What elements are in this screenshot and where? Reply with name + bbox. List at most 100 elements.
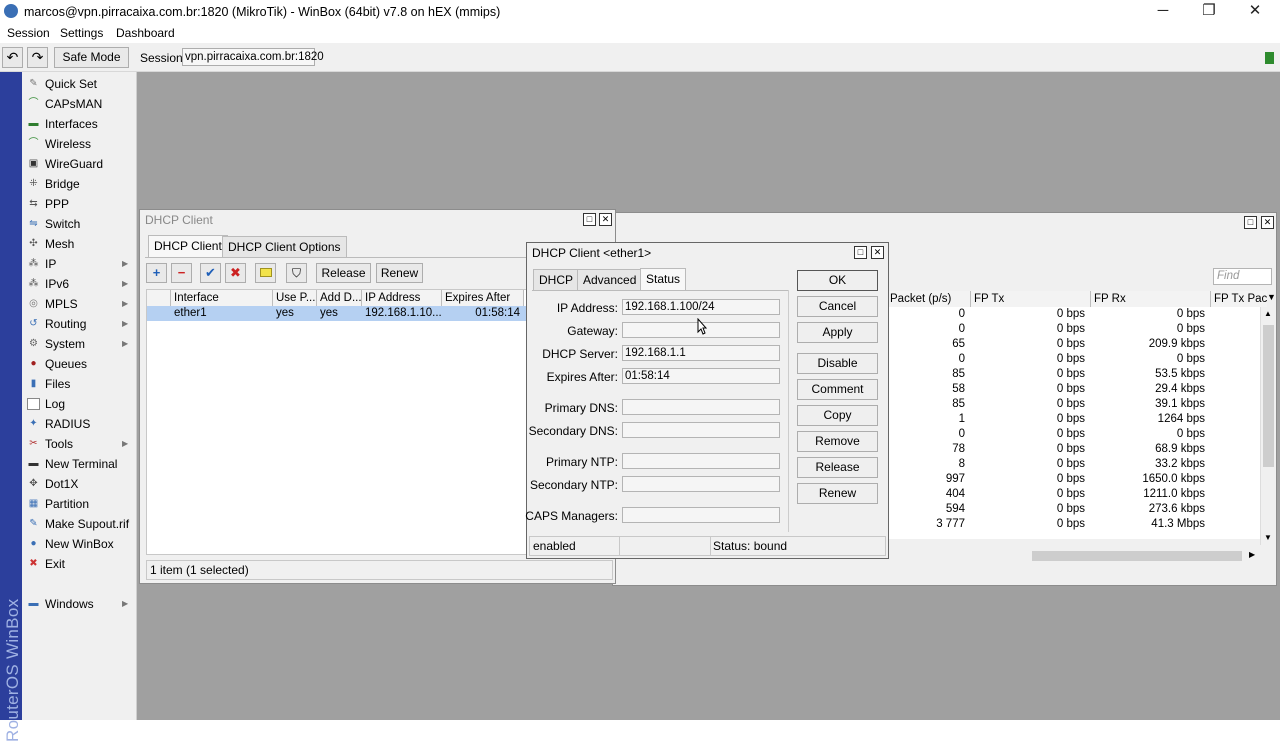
sidebar-item-make-supout-rif[interactable]: ✎ Make Supout.rif <box>22 514 137 534</box>
scroll-right-icon[interactable]: ▶ <box>1249 550 1255 559</box>
sidebar-item-files[interactable]: ▮ Files <box>22 374 137 394</box>
scroll-down-icon[interactable]: ▼ <box>1264 533 1272 542</box>
apply-button[interactable]: Apply <box>797 322 878 343</box>
renew-button[interactable]: Renew <box>376 263 423 283</box>
ok-button[interactable]: OK <box>797 270 878 291</box>
find-input[interactable]: Find <box>1213 268 1272 285</box>
sidebar-item-exit[interactable]: ✖ Exit <box>22 554 137 574</box>
primary-dns-field[interactable] <box>622 399 780 415</box>
table-row[interactable]: 0 0 bps 0 bps <box>887 307 1260 322</box>
table-row[interactable]: 404 0 bps 1211.0 kbps <box>887 487 1260 502</box>
vertical-scrollbar[interactable]: ▲ ▼ <box>1260 307 1276 545</box>
sidebar-item-ppp[interactable]: ⇆ PPP <box>22 194 137 214</box>
table-row[interactable]: 78 0 bps 68.9 kbps <box>887 442 1260 457</box>
sidebar-item-mpls[interactable]: ◎ MPLS ▶ <box>22 294 137 314</box>
sidebar-item-new-winbox[interactable]: ● New WinBox <box>22 534 137 554</box>
secondary-dns-field[interactable] <box>622 422 780 438</box>
table-row[interactable]: 85 0 bps 39.1 kbps <box>887 397 1260 412</box>
sidebar-item-partition[interactable]: ▦ Partition <box>22 494 137 514</box>
sidebar-item-system[interactable]: ⚙ System ▶ <box>22 334 137 354</box>
sidebar-item-bridge[interactable]: ⁜ Bridge <box>22 174 137 194</box>
sidebar-item-mesh[interactable]: ✣ Mesh <box>22 234 137 254</box>
table-row[interactable]: ether1 yes yes 192.168.1.10... 01:58:14 <box>147 306 527 321</box>
remove-button[interactable]: Remove <box>797 431 878 452</box>
undo-icon[interactable]: ↶ <box>2 47 23 68</box>
table-row[interactable]: 0 0 bps 0 bps <box>887 427 1260 442</box>
table-row[interactable]: 594 0 bps 273.6 kbps <box>887 502 1260 517</box>
copy-button[interactable]: Copy <box>797 405 878 426</box>
column-add-default[interactable]: Add D... <box>317 290 362 306</box>
sidebar-item-ip[interactable]: ⁂ IP ▶ <box>22 254 137 274</box>
expires-after-field[interactable]: 01:58:14 <box>622 368 780 384</box>
sidebar-item-wireguard[interactable]: ▣ WireGuard <box>22 154 137 174</box>
table-row[interactable]: 3 777 0 bps 41.3 Mbps <box>887 517 1260 532</box>
table-row[interactable]: 65 0 bps 209.9 kbps <box>887 337 1260 352</box>
disable-x-icon[interactable]: ✖ <box>225 263 246 283</box>
ip-address-field[interactable]: 192.168.1.100/24 <box>622 299 780 315</box>
table-row[interactable]: 0 0 bps 0 bps <box>887 322 1260 337</box>
interface-window-close-icon[interactable]: ✕ <box>1261 216 1274 229</box>
sidebar-item-dot1x[interactable]: ✥ Dot1X <box>22 474 137 494</box>
safe-mode-button[interactable]: Safe Mode <box>54 47 129 68</box>
sidebar-item-new-terminal[interactable]: ▬ New Terminal <box>22 454 137 474</box>
sidebar-item-windows[interactable]: ▬ Windows ▶ <box>22 594 137 614</box>
release-button[interactable]: Release <box>316 263 371 283</box>
column-packet[interactable]: Packet (p/s) <box>887 291 971 307</box>
table-row[interactable]: 85 0 bps 53.5 kbps <box>887 367 1260 382</box>
horizontal-scroll-thumb[interactable] <box>1032 551 1242 561</box>
renew-lease-button[interactable]: Renew <box>797 483 878 504</box>
enable-check-icon[interactable]: ✔ <box>200 263 221 283</box>
sidebar-item-capsman[interactable]: ⌒ CAPsMAN <box>22 94 137 114</box>
sidebar-item-quick-set[interactable]: ✎ Quick Set <box>22 74 137 94</box>
column-flags[interactable] <box>147 290 171 306</box>
tab-advanced[interactable]: Advanced <box>577 269 643 291</box>
dhcp-server-field[interactable]: 192.168.1.1 <box>622 345 780 361</box>
sidebar-item-routing[interactable]: ↺ Routing ▶ <box>22 314 137 334</box>
horizontal-scrollbar[interactable]: ▶ <box>887 549 1260 563</box>
table-row[interactable]: 8 0 bps 33.2 kbps <box>887 457 1260 472</box>
tab-dhcp-client[interactable]: DHCP Client <box>148 235 228 257</box>
column-fp-rx[interactable]: FP Rx <box>1091 291 1211 307</box>
sidebar-item-interfaces[interactable]: ▬ Interfaces <box>22 114 137 134</box>
tab-dhcp[interactable]: DHCP <box>533 269 580 291</box>
column-use-peer[interactable]: Use P... <box>273 290 317 306</box>
table-row[interactable]: 58 0 bps 29.4 kbps <box>887 382 1260 397</box>
caps-managers-field[interactable] <box>622 507 780 523</box>
column-fp-tx[interactable]: FP Tx <box>971 291 1091 307</box>
dhcp-window-maximize-icon[interactable]: □ <box>583 213 596 226</box>
column-interface[interactable]: Interface <box>171 290 273 306</box>
table-row[interactable]: 997 0 bps 1650.0 kbps <box>887 472 1260 487</box>
scroll-up-icon[interactable]: ▲ <box>1264 309 1272 318</box>
minimize-button[interactable]: ─ <box>1140 0 1186 24</box>
sidebar-item-log[interactable]: Log <box>22 394 137 414</box>
menu-session[interactable]: Session <box>7 26 50 40</box>
maximize-button[interactable]: ❐ <box>1186 0 1232 24</box>
sidebar-item-ipv6[interactable]: ⁂ IPv6 ▶ <box>22 274 137 294</box>
add-icon[interactable]: + <box>146 263 167 283</box>
remove-icon[interactable]: − <box>171 263 192 283</box>
sidebar-item-tools[interactable]: ✂ Tools ▶ <box>22 434 137 454</box>
redo-icon[interactable]: ↷ <box>27 47 48 68</box>
menu-dashboard[interactable]: Dashboard <box>116 26 175 40</box>
comment-icon[interactable] <box>255 263 276 283</box>
table-row[interactable]: 1 0 bps 1264 bps <box>887 412 1260 427</box>
menu-settings[interactable]: Settings <box>60 26 103 40</box>
release-lease-button[interactable]: Release <box>797 457 878 478</box>
close-button[interactable]: ✕ <box>1232 0 1278 24</box>
sidebar-item-wireless[interactable]: ⌒ Wireless <box>22 134 137 154</box>
dialog-maximize-icon[interactable]: □ <box>854 246 867 259</box>
sidebar-item-queues[interactable]: ● Queues <box>22 354 137 374</box>
column-fp-tx-packet[interactable]: FP Tx Pac <box>1211 291 1267 307</box>
interface-window-maximize-icon[interactable]: □ <box>1244 216 1257 229</box>
tab-dhcp-client-options[interactable]: DHCP Client Options <box>222 236 347 258</box>
primary-ntp-field[interactable] <box>622 453 780 469</box>
tab-status[interactable]: Status <box>640 268 687 290</box>
comment-button[interactable]: Comment <box>797 379 878 400</box>
secondary-ntp-field[interactable] <box>622 476 780 492</box>
dhcp-window-close-icon[interactable]: ✕ <box>599 213 612 226</box>
sidebar-item-switch[interactable]: ⇋ Switch <box>22 214 137 234</box>
column-ip-address[interactable]: IP Address <box>362 290 442 306</box>
disable-button[interactable]: Disable <box>797 353 878 374</box>
dialog-close-icon[interactable]: ✕ <box>871 246 884 259</box>
filter-icon[interactable]: ⛉ <box>286 263 307 283</box>
